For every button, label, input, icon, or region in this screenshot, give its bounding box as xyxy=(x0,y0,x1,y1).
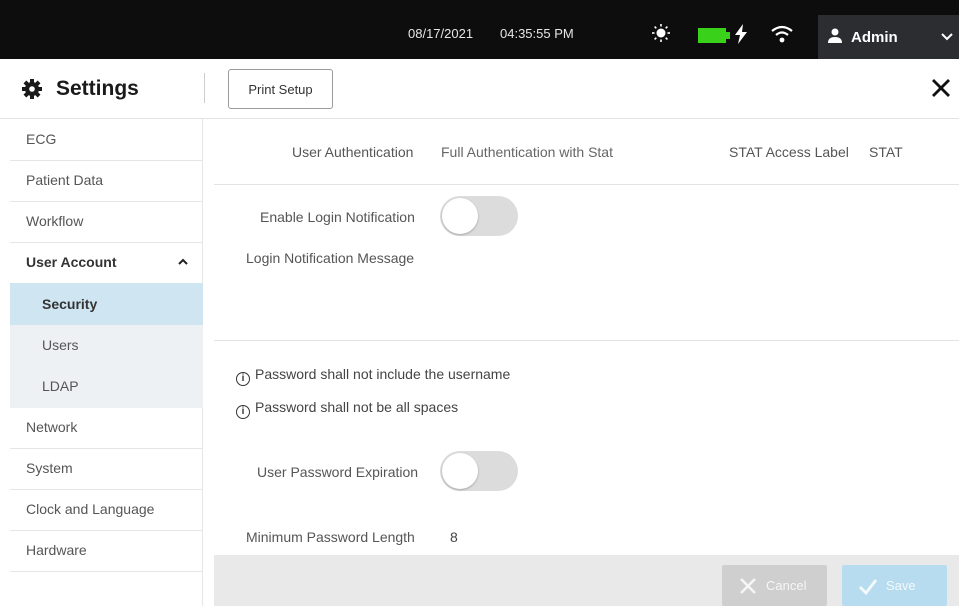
user-password-expiration-label: User Password Expiration xyxy=(257,464,419,480)
header-divider xyxy=(204,73,205,103)
user-icon xyxy=(828,28,842,43)
sidebar-item-ldap[interactable]: LDAP xyxy=(0,366,203,407)
sidebar-item-label: User Account xyxy=(26,254,117,270)
section-divider xyxy=(214,184,959,185)
sidebar-item-label: Patient Data xyxy=(26,172,104,188)
stat-access-label-label: STAT Access Label xyxy=(729,144,849,160)
status-bar: 08/17/2021 04:35:55 PM Admin xyxy=(0,0,959,59)
print-setup-button[interactable]: Print Setup xyxy=(228,69,333,109)
info-icon: i xyxy=(236,372,250,386)
user-menu[interactable]: Admin xyxy=(818,15,959,59)
login-notification-toggle[interactable] xyxy=(440,196,518,236)
user-name: Admin xyxy=(851,29,898,46)
time-display: 04:35:55 PM xyxy=(500,26,574,41)
sidebar-item-label: Users xyxy=(42,337,79,353)
toggle-knob xyxy=(442,453,478,489)
minimum-password-length-label: Minimum Password Length xyxy=(246,529,415,545)
page-title: Settings xyxy=(56,77,139,100)
sidebar-item-label: ECG xyxy=(26,131,57,147)
close-icon xyxy=(740,578,756,594)
cancel-button[interactable]: Cancel xyxy=(722,565,827,606)
close-icon[interactable] xyxy=(930,77,952,99)
sidebar-item-label: Security xyxy=(42,296,98,312)
info-icon: i xyxy=(236,405,250,419)
minimum-password-length-value[interactable]: 8 xyxy=(450,529,458,545)
settings-sidebar: ECG Patient Data Workflow User Account S… xyxy=(0,119,203,606)
sidebar-item-hardware[interactable]: Hardware xyxy=(0,530,203,571)
checkmark-icon xyxy=(859,579,878,596)
save-button[interactable]: Save xyxy=(842,565,947,606)
sidebar-item-user-account[interactable]: User Account xyxy=(0,242,203,283)
wifi-icon[interactable] xyxy=(771,25,793,43)
save-label: Save xyxy=(886,578,916,593)
charging-icon xyxy=(735,24,747,44)
sidebar-item-label: Clock and Language xyxy=(26,501,155,517)
sidebar-item-workflow[interactable]: Workflow xyxy=(0,201,203,242)
sidebar-item-users[interactable]: Users xyxy=(0,325,203,366)
gear-icon xyxy=(22,79,42,99)
sidebar-item-clock-and-language[interactable]: Clock and Language xyxy=(0,489,203,530)
sidebar-item-system[interactable]: System xyxy=(0,448,203,489)
brightness-icon[interactable] xyxy=(652,24,670,42)
stat-access-label-value[interactable]: STAT xyxy=(869,144,903,160)
info-spaces-text: Password shall not be all spaces xyxy=(255,399,459,415)
date-display: 08/17/2021 xyxy=(408,26,474,41)
enable-login-notification-label: Enable Login Notification xyxy=(260,209,415,225)
user-authentication-label: User Authentication xyxy=(292,144,414,160)
sidebar-item-label: Network xyxy=(26,419,78,435)
sidebar-item-network[interactable]: Network xyxy=(0,407,203,448)
sidebar-item-ecg[interactable]: ECG xyxy=(0,119,203,160)
action-footer: Cancel Save xyxy=(214,555,959,606)
section-divider xyxy=(214,340,959,341)
user-authentication-value[interactable]: Full Authentication with Stat xyxy=(441,144,613,160)
password-expiration-toggle[interactable] xyxy=(440,451,518,491)
sidebar-item-patient-data[interactable]: Patient Data xyxy=(0,160,203,201)
info-username-rule: i Password shall not include the username xyxy=(236,366,510,386)
sidebar-item-label: Hardware xyxy=(26,542,87,558)
sidebar-item-label: System xyxy=(26,460,73,476)
settings-header: Settings Print Setup xyxy=(0,59,959,119)
toggle-knob xyxy=(442,198,478,234)
info-spaces-rule: i Password shall not be all spaces xyxy=(236,399,458,419)
info-username-text: Password shall not include the username xyxy=(255,366,511,382)
chevron-down-icon xyxy=(941,33,953,41)
cancel-label: Cancel xyxy=(766,578,807,593)
battery-icon xyxy=(698,28,730,43)
chevron-up-icon xyxy=(178,258,188,265)
sidebar-item-security[interactable]: Security xyxy=(0,283,203,325)
sidebar-item-label: Workflow xyxy=(26,213,84,229)
sidebar-item-label: LDAP xyxy=(42,378,79,394)
login-notification-message-label: Login Notification Message xyxy=(246,250,415,266)
